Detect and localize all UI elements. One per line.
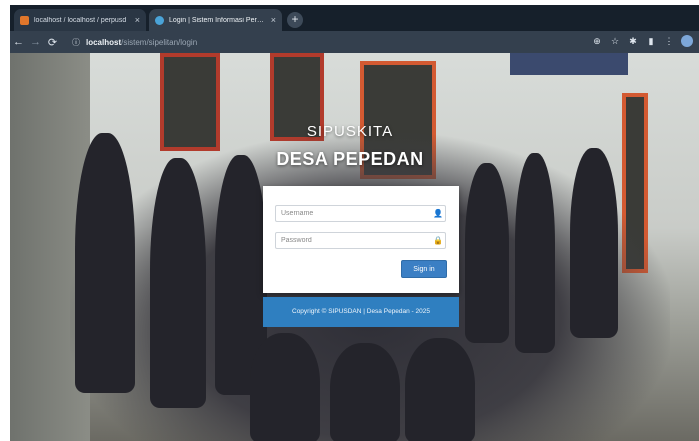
background-person <box>405 338 475 441</box>
tab-login[interactable]: Login | Sistem Informasi Perpus × <box>149 9 282 31</box>
site-info-icon[interactable]: ⓘ <box>72 37 82 47</box>
site-name: SIPUSKITA <box>306 123 394 140</box>
toolbar-actions: ⊕ ☆ ✱ ▮ ⋮ <box>591 35 693 47</box>
tab-title: Login | Sistem Informasi Perpus <box>169 16 267 24</box>
address-bar[interactable]: ⓘ localhost /sistem/sipelitan/login <box>72 34 600 50</box>
site-heading: SIPUSKITA DESA PEPEDAN <box>240 123 460 170</box>
star-icon[interactable]: ☆ <box>609 35 621 47</box>
extensions-icon[interactable]: ✱ <box>627 35 639 47</box>
user-icon: 👤 <box>433 209 444 218</box>
background-person <box>465 163 509 343</box>
browser-window: localhost / localhost / perpusd × Login … <box>10 5 699 441</box>
background-person <box>570 148 618 338</box>
village-name: DESA PEPEDAN <box>276 149 424 169</box>
background-person <box>150 158 206 408</box>
translate-icon[interactable]: ⊕ <box>591 35 603 47</box>
tab-strip: localhost / localhost / perpusd × Login … <box>10 5 699 31</box>
copyright-bar: Copyright © SIPUSDAN | Desa Pepedan - 20… <box>263 297 459 327</box>
url-path: /sistem/sipelitan/login <box>121 37 198 47</box>
background-person <box>515 153 555 353</box>
sign-in-button[interactable]: Sign in <box>401 260 447 278</box>
browser-toolbar: ← → ⟳ ⓘ localhost /sistem/sipelitan/logi… <box>10 31 699 53</box>
sidebar-icon[interactable]: ▮ <box>645 35 657 47</box>
login-form: 👤 🔒 Sign in <box>263 186 459 293</box>
login-page: SIPUSKITA DESA PEPEDAN 👤 🔒 Sign in Copyr… <box>10 53 699 441</box>
menu-icon[interactable]: ⋮ <box>663 35 675 47</box>
tab-title: localhost / localhost / perpusd <box>34 16 127 24</box>
password-field[interactable]: 🔒 <box>275 232 446 249</box>
forward-arrow-icon[interactable]: → <box>27 36 44 48</box>
close-icon[interactable]: × <box>271 15 276 25</box>
password-input[interactable] <box>276 233 432 248</box>
profile-avatar-icon[interactable] <box>681 35 693 47</box>
username-field[interactable]: 👤 <box>275 205 446 222</box>
close-icon[interactable]: × <box>135 15 140 25</box>
plus-icon[interactable]: + <box>287 12 303 28</box>
url-host: localhost <box>86 37 122 47</box>
tab-favicon-icon <box>20 15 29 25</box>
tab-phpmyadmin[interactable]: localhost / localhost / perpusd × <box>14 9 146 31</box>
username-input[interactable] <box>276 206 432 221</box>
tab-favicon-icon <box>155 15 164 25</box>
background-sign <box>510 53 628 75</box>
back-arrow-icon[interactable]: ← <box>10 36 27 48</box>
background-person <box>250 333 320 441</box>
reload-icon[interactable]: ⟳ <box>44 36 61 49</box>
lock-icon: 🔒 <box>433 236 444 245</box>
background-person <box>75 133 135 393</box>
background-person <box>330 343 400 441</box>
